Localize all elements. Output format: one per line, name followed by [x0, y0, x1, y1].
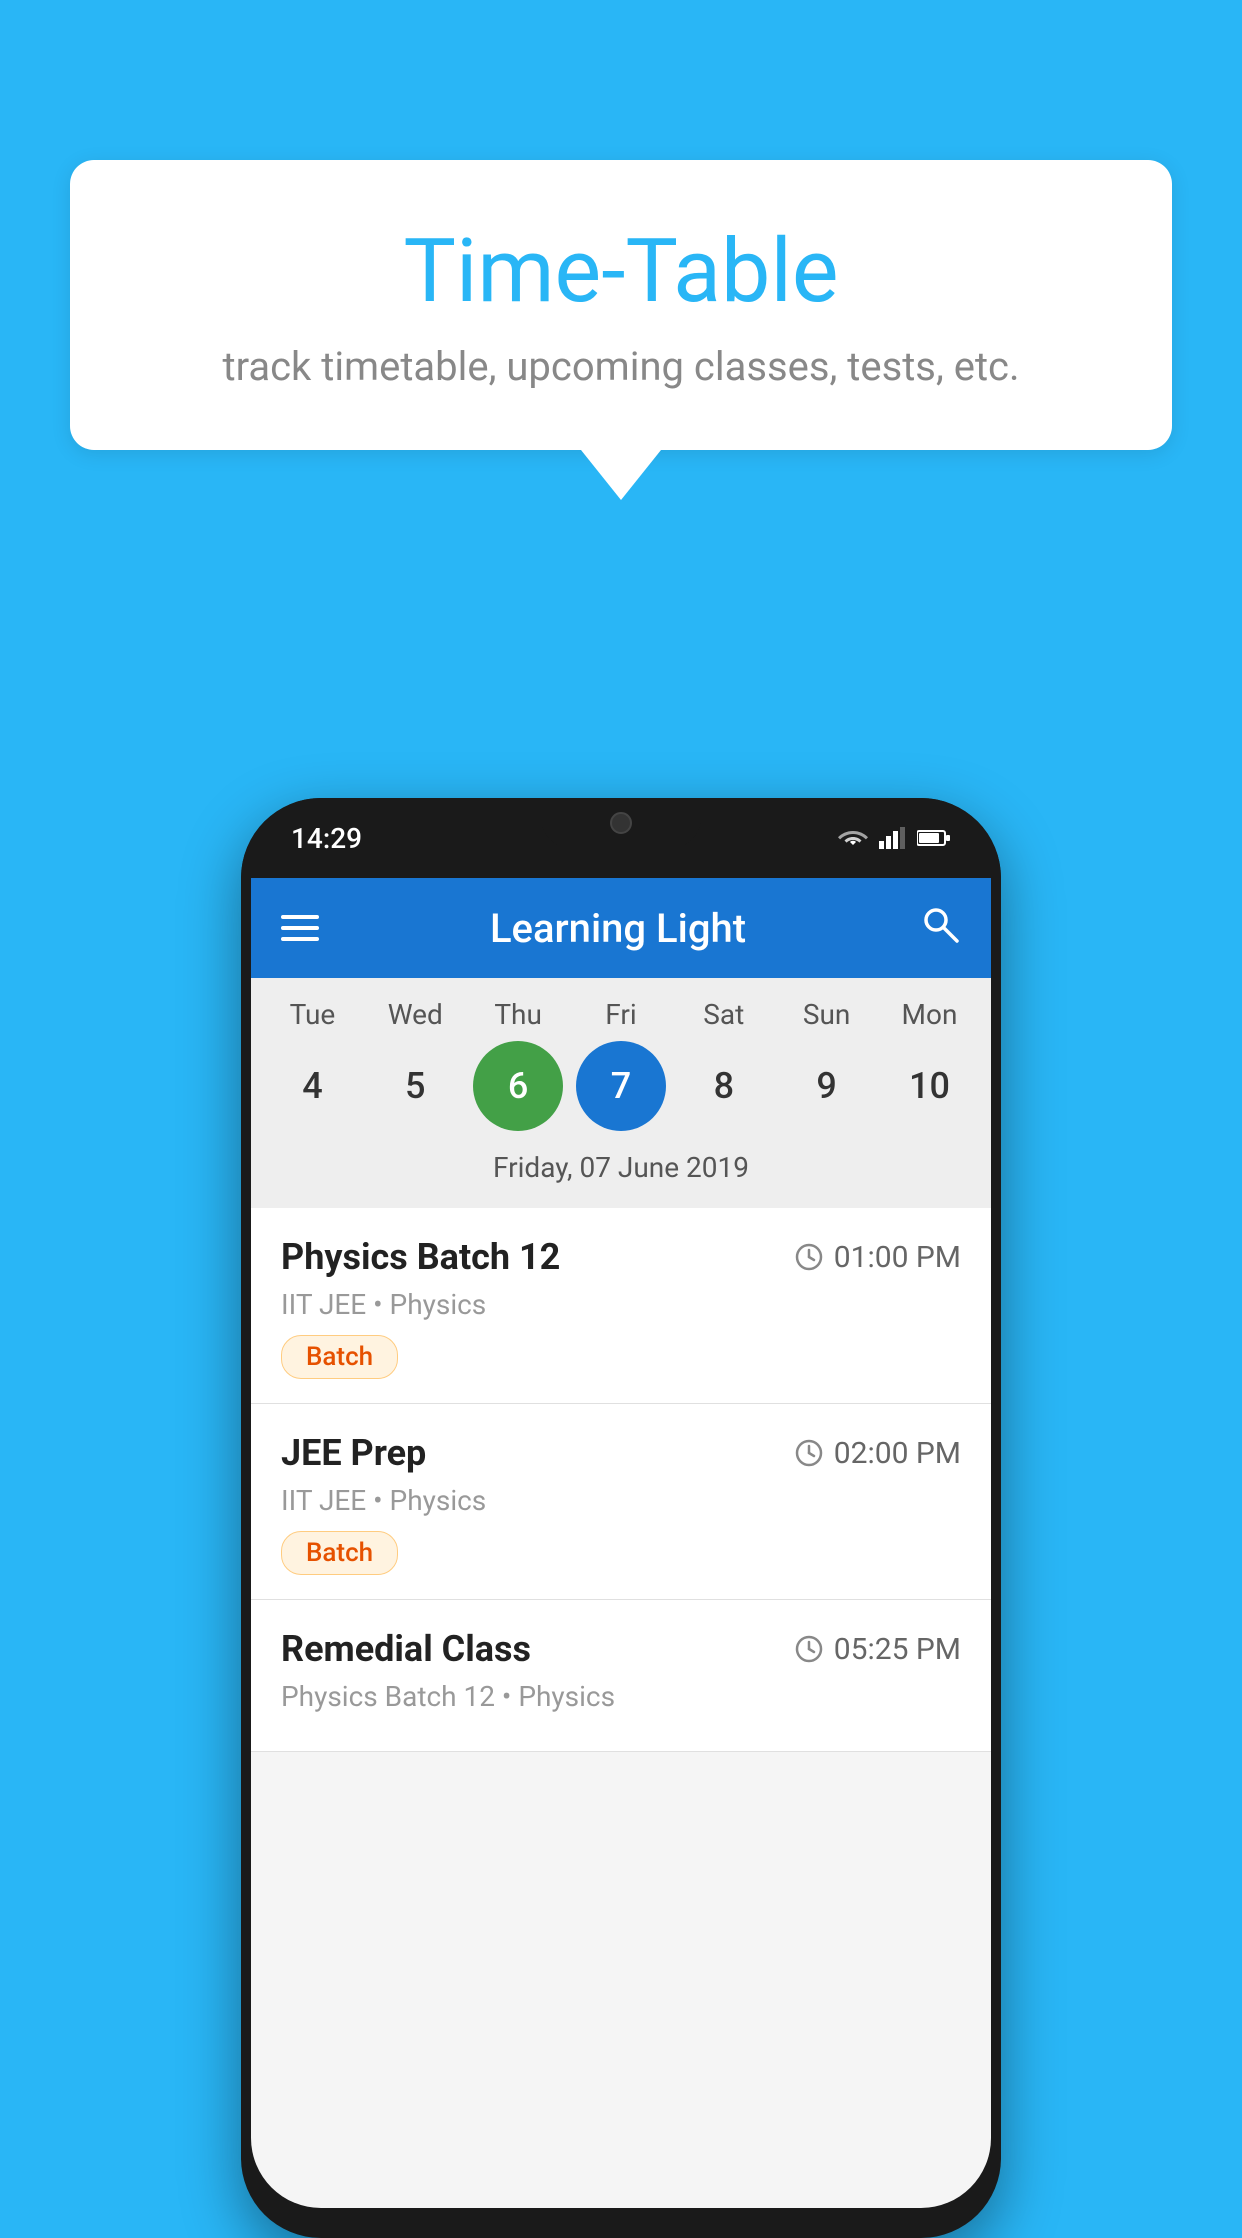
menu-line-2	[281, 926, 319, 930]
speech-bubble-subtitle: track timetable, upcoming classes, tests…	[150, 343, 1092, 390]
status-icons	[837, 827, 951, 849]
menu-button[interactable]	[281, 915, 319, 941]
day-7-selected[interactable]: 7	[576, 1041, 666, 1131]
status-time: 14:29	[291, 822, 362, 855]
phone-notch	[541, 798, 701, 848]
search-button[interactable]	[917, 901, 961, 956]
battery-icon	[917, 829, 951, 847]
day-9[interactable]: 9	[782, 1041, 872, 1131]
batch-tag-0: Batch	[281, 1335, 398, 1379]
status-bar: 14:29	[241, 798, 1001, 878]
schedule-item-2-time: 05:25 PM	[794, 1632, 961, 1667]
menu-line-1	[281, 915, 319, 919]
phone-screen: Learning Light Tue Wed Thu Fri Sat Sun M…	[251, 878, 991, 2208]
day-label-mon: Mon	[884, 998, 974, 1031]
schedule-item-1-subtitle: IIT JEE • Physics	[281, 1484, 961, 1517]
schedule-item-2-subtitle: Physics Batch 12 • Physics	[281, 1680, 961, 1713]
batch-tag-1: Batch	[281, 1531, 398, 1575]
schedule-item-1-time: 02:00 PM	[794, 1436, 961, 1471]
days-numbers: 4 5 6 7 8 9 10	[261, 1041, 981, 1131]
phone-frame: 14:29	[241, 798, 1001, 2238]
signal-icon	[879, 827, 907, 849]
schedule-item-2-header: Remedial Class 05:25 PM	[281, 1628, 961, 1670]
day-5[interactable]: 5	[370, 1041, 460, 1131]
schedule-item-0-header: Physics Batch 12 01:00 PM	[281, 1236, 961, 1278]
speech-bubble-tail	[581, 450, 661, 500]
speech-bubble: Time-Table track timetable, upcoming cla…	[70, 160, 1172, 450]
day-10[interactable]: 10	[884, 1041, 974, 1131]
speech-bubble-container: Time-Table track timetable, upcoming cla…	[70, 160, 1172, 500]
day-label-fri: Fri	[576, 998, 666, 1031]
schedule-item-0[interactable]: Physics Batch 12 01:00 PM IIT JEE • Phys…	[251, 1208, 991, 1404]
wifi-icon	[837, 827, 869, 849]
schedule-item-0-title: Physics Batch 12	[281, 1236, 560, 1278]
day-label-tue: Tue	[267, 998, 357, 1031]
schedule-item-2[interactable]: Remedial Class 05:25 PM Physics Batch 12…	[251, 1600, 991, 1752]
schedule-item-1-title: JEE Prep	[281, 1432, 426, 1474]
schedule-item-1-header: JEE Prep 02:00 PM	[281, 1432, 961, 1474]
clock-icon-1	[794, 1438, 824, 1468]
calendar-strip: Tue Wed Thu Fri Sat Sun Mon 4 5 6 7 8 9 …	[251, 978, 991, 1208]
day-label-sun: Sun	[782, 998, 872, 1031]
day-label-thu: Thu	[473, 998, 563, 1031]
app-bar: Learning Light	[251, 878, 991, 978]
menu-line-3	[281, 937, 319, 941]
days-header: Tue Wed Thu Fri Sat Sun Mon	[261, 998, 981, 1031]
clock-icon-2	[794, 1634, 824, 1664]
clock-icon	[794, 1242, 824, 1272]
schedule-item-0-time: 01:00 PM	[794, 1240, 961, 1275]
schedule-list: Physics Batch 12 01:00 PM IIT JEE • Phys…	[251, 1208, 991, 1752]
schedule-item-1[interactable]: JEE Prep 02:00 PM IIT JEE • Physics Batc…	[251, 1404, 991, 1600]
day-label-sat: Sat	[679, 998, 769, 1031]
schedule-item-0-subtitle: IIT JEE • Physics	[281, 1288, 961, 1321]
day-6-today[interactable]: 6	[473, 1041, 563, 1131]
day-label-wed: Wed	[370, 998, 460, 1031]
day-4[interactable]: 4	[267, 1041, 357, 1131]
phone-camera	[610, 812, 632, 834]
selected-date-label: Friday, 07 June 2019	[261, 1145, 981, 1198]
speech-bubble-title: Time-Table	[150, 220, 1092, 323]
schedule-item-2-title: Remedial Class	[281, 1628, 531, 1670]
app-title: Learning Light	[490, 905, 746, 952]
day-8[interactable]: 8	[679, 1041, 769, 1131]
